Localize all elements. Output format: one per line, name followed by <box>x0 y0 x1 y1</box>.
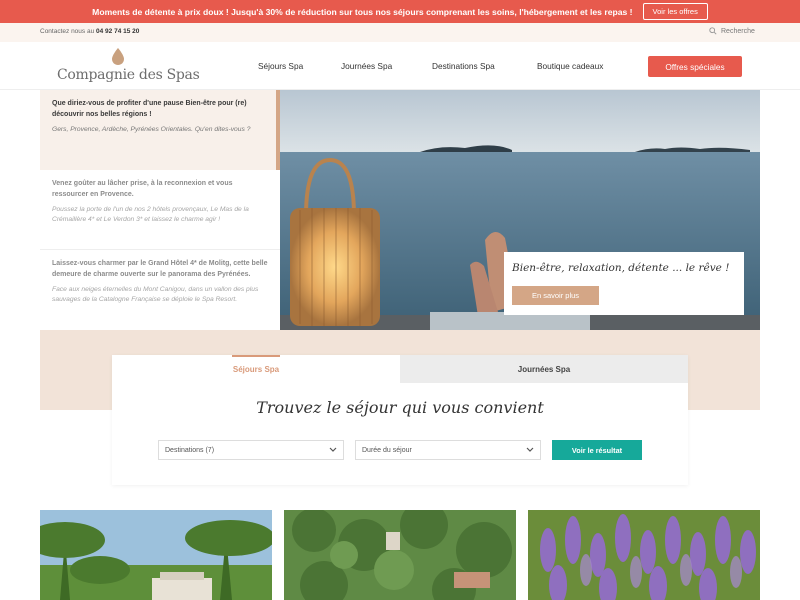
destination-thumbnail[interactable] <box>40 510 272 600</box>
hero-card-title: Bien-être, relaxation, détente ... le rê… <box>512 262 730 274</box>
search-icon <box>709 27 717 35</box>
nav-item-boutique-cadeaux[interactable]: Boutique cadeaux <box>537 61 603 71</box>
destinations-select-value: Destinations (7) <box>165 446 215 454</box>
story-item[interactable]: Venez goûter au lâcher prise, à la recon… <box>40 170 280 250</box>
see-offers-button[interactable]: Voir les offres <box>642 3 708 20</box>
contact-info: Contactez nous au 04 92 74 15 20 <box>40 28 139 35</box>
drop-icon <box>112 48 124 65</box>
story-item[interactable]: Laissez-vous charmer par le Grand Hôtel … <box>40 250 280 330</box>
story-description: Face aux neiges éternelles du Mont Canig… <box>52 286 259 303</box>
story-description: Poussez la porte de l'un de nos 2 hôtels… <box>52 206 249 223</box>
search-panel: Séjours Spa Journées Spa Trouvez le séjo… <box>112 355 688 485</box>
learn-more-button[interactable]: En savoir plus <box>512 286 599 305</box>
promo-text: Moments de détente à prix doux ! Jusqu'à… <box>92 6 633 17</box>
search-link[interactable]: Recherche <box>709 27 755 35</box>
chevron-down-icon <box>526 447 534 452</box>
logo-text: Compagnie des Spas <box>57 67 200 83</box>
story-title: Venez goûter au lâcher prise, à la recon… <box>52 180 233 198</box>
destination-thumbnail[interactable] <box>528 510 760 600</box>
logo[interactable]: Compagnie des Spas <box>57 47 200 87</box>
phone-number[interactable]: 04 92 74 15 20 <box>96 28 139 35</box>
story-item[interactable]: Que diriez-vous de profiter d'une pause … <box>40 90 280 170</box>
utility-bar: Contactez nous au 04 92 74 15 20 Recherc… <box>0 23 800 42</box>
nav-item-sejours-spa[interactable]: Séjours Spa <box>258 61 303 71</box>
tab-journees-spa[interactable]: Journées Spa <box>400 355 688 383</box>
hero-story-list: Que diriez-vous de profiter d'une pause … <box>40 90 280 330</box>
contact-label: Contactez nous au <box>40 28 95 35</box>
special-offers-button[interactable]: Offres spéciales <box>648 56 742 77</box>
tab-sejours-spa[interactable]: Séjours Spa <box>112 355 400 383</box>
duration-select-value: Durée du séjour <box>362 446 412 454</box>
story-title: Que diriez-vous de profiter d'une pause … <box>52 100 247 118</box>
destination-thumbnail[interactable] <box>284 510 516 600</box>
nav-item-journees-spa[interactable]: Journées Spa <box>341 61 392 71</box>
destinations-select[interactable]: Destinations (7) <box>158 440 344 460</box>
main-nav: Compagnie des Spas Séjours Spa Journées … <box>0 42 800 90</box>
promo-bar: Moments de détente à prix doux ! Jusqu'à… <box>0 0 800 23</box>
duration-select[interactable]: Durée du séjour <box>355 440 541 460</box>
search-label: Recherche <box>721 27 755 35</box>
nav-item-destinations-spa[interactable]: Destinations Spa <box>432 61 495 71</box>
story-description: Gers, Provence, Ardèche, Pyrénées Orient… <box>52 126 251 133</box>
hero-card: Bien-être, relaxation, détente ... le rê… <box>504 252 744 315</box>
chevron-down-icon <box>329 447 337 452</box>
story-title: Laissez-vous charmer par le Grand Hôtel … <box>52 260 268 278</box>
search-panel-title: Trouvez le séjour qui vous convient <box>256 398 544 417</box>
see-result-button[interactable]: Voir le résultat <box>552 440 642 460</box>
